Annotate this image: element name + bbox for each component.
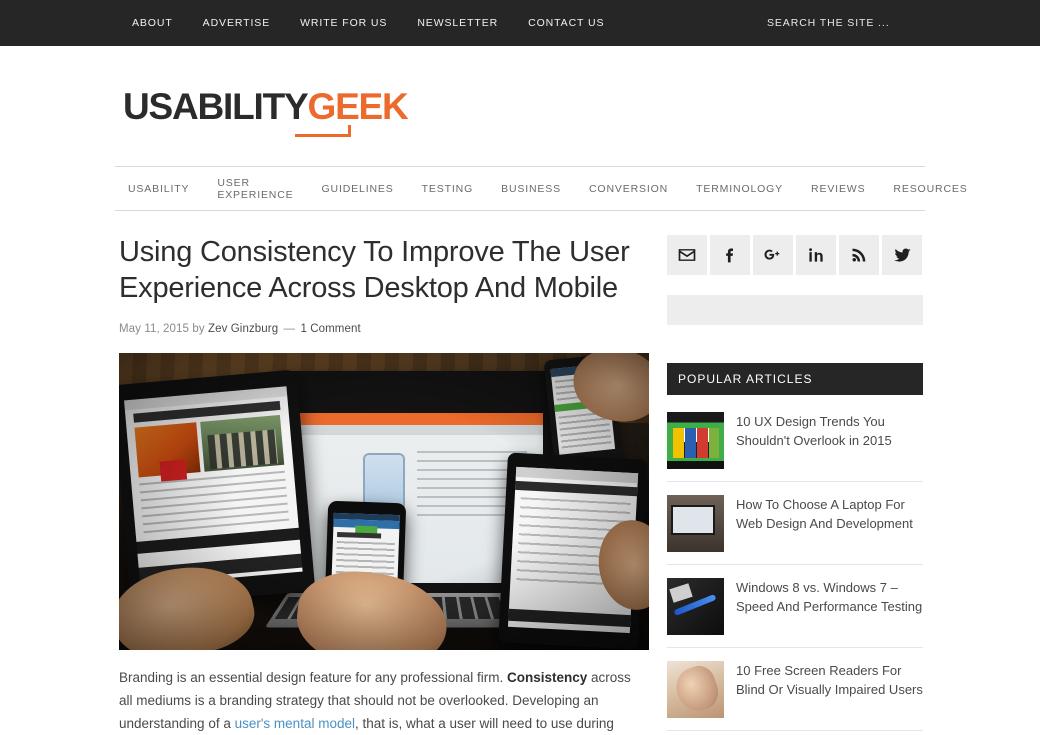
nav-link[interactable]: TESTING	[422, 183, 473, 195]
popular-articles-list: 10 UX Design Trends You Shouldn't Overlo…	[667, 399, 923, 735]
top-nav-item-newsletter[interactable]: NEWSLETTER	[415, 13, 500, 33]
site-logo[interactable]: USABILITYGEEK	[123, 85, 409, 137]
logo-text-primary: USABILITY	[123, 85, 309, 127]
popular-article-thumbnail	[667, 661, 724, 718]
photo-vignette	[119, 352, 649, 650]
nav-item-conversion[interactable]: CONVERSION	[589, 183, 668, 195]
thumbnail-art	[667, 495, 724, 552]
social-share-row	[667, 235, 923, 275]
popular-articles-widget: POPULAR ARTICLES 10 UX Design Trends You…	[667, 363, 923, 735]
article-paragraph: Branding is an essential design feature …	[119, 666, 645, 735]
top-utility-bar-inner: ABOUT ADVERTISE WRITE FOR US NEWSLETTER …	[115, 0, 925, 46]
top-nav-link[interactable]: ADVERTISE	[201, 13, 272, 33]
nav-link[interactable]: USABILITY	[128, 183, 189, 195]
article-featured-image	[119, 352, 649, 650]
paragraph-text-a: Branding is an essential design feature …	[119, 669, 507, 685]
sidebar: POPULAR ARTICLES 10 UX Design Trends You…	[667, 235, 923, 735]
top-nav-link[interactable]: NEWSLETTER	[415, 13, 500, 33]
top-nav-item-advertise[interactable]: ADVERTISE	[201, 13, 272, 33]
thumbnail-art	[667, 412, 724, 469]
meta-by-word: by	[192, 322, 205, 335]
nav-item-guidelines[interactable]: GUIDELINES	[322, 183, 394, 195]
article-meta: May 11, 2015 by Zev Ginzburg — 1 Comment	[119, 323, 645, 335]
list-item[interactable]: Windows 8 vs. Windows 7 – Speed And Perf…	[667, 565, 923, 648]
nav-link[interactable]: CONVERSION	[589, 183, 668, 195]
popular-articles-heading: POPULAR ARTICLES	[667, 363, 923, 395]
nav-item-testing[interactable]: TESTING	[422, 183, 473, 195]
linkedin-icon[interactable]	[796, 235, 836, 275]
main-content: Using Consistency To Improve The User Ex…	[115, 235, 649, 735]
nav-link[interactable]: BUSINESS	[501, 183, 561, 195]
nav-item-reviews[interactable]: REVIEWS	[811, 183, 865, 195]
top-nav-item-write-for-us[interactable]: WRITE FOR US	[298, 13, 389, 33]
sidebar-placeholder-box	[667, 295, 923, 325]
main-navigation-bar: USABILITY USER EXPERIENCE GUIDELINES TES…	[115, 166, 967, 211]
article-body: Branding is an essential design feature …	[119, 666, 645, 735]
mental-model-link[interactable]: user's mental model	[235, 716, 355, 731]
email-icon[interactable]	[667, 235, 707, 275]
article-author-link[interactable]: Zev Ginzburg	[208, 323, 278, 335]
main-navigation: USABILITY USER EXPERIENCE GUIDELINES TES…	[115, 177, 968, 201]
nav-item-terminology[interactable]: TERMINOLOGY	[696, 183, 783, 195]
google-plus-icon[interactable]	[753, 235, 793, 275]
nav-link[interactable]: REVIEWS	[811, 183, 865, 195]
article-date: May 11, 2015	[119, 322, 190, 335]
top-nav-link[interactable]: CONTACT US	[526, 13, 606, 33]
paragraph-bold-term: Consistency	[506, 669, 588, 685]
site-search-input[interactable]	[765, 16, 925, 30]
logo-text-accent: GEEK	[307, 85, 408, 127]
nav-item-usability[interactable]: USABILITY	[128, 183, 189, 195]
top-navigation: ABOUT ADVERTISE WRITE FOR US NEWSLETTER …	[130, 13, 606, 33]
nav-link[interactable]: GUIDELINES	[322, 183, 394, 195]
popular-article-thumbnail	[667, 412, 724, 469]
popular-article-title[interactable]: How To Choose A Laptop For Web Design An…	[736, 495, 923, 534]
nav-link[interactable]: TERMINOLOGY	[696, 183, 783, 195]
site-header: USABILITYGEEK	[115, 46, 925, 166]
logo-underline-flourish	[295, 124, 351, 137]
meta-separator: —	[283, 322, 296, 335]
article-title: Using Consistency To Improve The User Ex…	[119, 236, 630, 304]
list-item[interactable]: 10 UX Design Trends You Shouldn't Overlo…	[667, 399, 923, 482]
nav-link[interactable]: USER EXPERIENCE	[217, 177, 293, 201]
nav-item-business[interactable]: BUSINESS	[501, 183, 561, 195]
top-nav-item-about[interactable]: ABOUT	[130, 13, 175, 33]
nav-link[interactable]: RESOURCES	[893, 183, 967, 195]
thumbnail-art	[667, 661, 724, 718]
nav-item-user-experience[interactable]: USER EXPERIENCE	[217, 177, 293, 201]
facebook-icon[interactable]	[710, 235, 750, 275]
popular-article-title[interactable]: Windows 8 vs. Windows 7 – Speed And Perf…	[736, 578, 923, 617]
popular-article-thumbnail	[667, 495, 724, 552]
rss-icon[interactable]	[839, 235, 879, 275]
article-comments-link[interactable]: 1 Comment	[300, 323, 360, 335]
top-nav-item-contact-us[interactable]: CONTACT US	[526, 13, 606, 33]
list-item[interactable]: 10 Free Screen Readers For Blind Or Visu…	[667, 648, 923, 731]
nav-item-resources[interactable]: RESOURCES	[893, 183, 967, 195]
top-utility-bar: ABOUT ADVERTISE WRITE FOR US NEWSLETTER …	[0, 0, 1040, 46]
thumbnail-art	[667, 578, 724, 635]
top-nav-link[interactable]: WRITE FOR US	[298, 13, 389, 33]
popular-article-title[interactable]: 10 Free Screen Readers For Blind Or Visu…	[736, 661, 923, 700]
list-item[interactable]: How To Choose A Laptop For Web Design An…	[667, 482, 923, 565]
popular-article-title[interactable]: 10 UX Design Trends You Shouldn't Overlo…	[736, 412, 923, 451]
page-body: Using Consistency To Improve The User Ex…	[115, 211, 925, 735]
top-nav-link[interactable]: ABOUT	[130, 13, 175, 33]
popular-article-thumbnail	[667, 578, 724, 635]
list-item[interactable]: What Is The Next Frontier For Human Comp…	[667, 731, 923, 735]
twitter-icon[interactable]	[882, 235, 922, 275]
